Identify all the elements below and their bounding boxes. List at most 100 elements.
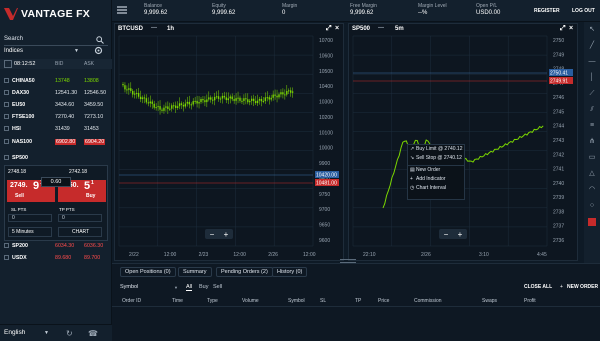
star-icon[interactable] bbox=[4, 114, 9, 119]
star-icon[interactable] bbox=[4, 126, 9, 131]
symbol-filter[interactable]: Symbol bbox=[120, 284, 138, 290]
category-select[interactable]: Indices bbox=[4, 48, 84, 56]
tab-history[interactable]: History (0) bbox=[272, 267, 308, 277]
zoom-controls[interactable]: − + bbox=[205, 229, 233, 239]
ask-column-header: ASK bbox=[84, 61, 95, 67]
col-profit[interactable]: Profit bbox=[524, 298, 536, 304]
col-commission[interactable]: Commission bbox=[414, 298, 442, 304]
trash-icon[interactable]: ○ bbox=[588, 202, 596, 210]
star-icon[interactable] bbox=[4, 255, 9, 260]
tp-input[interactable]: 0 bbox=[58, 214, 102, 222]
star-icon[interactable] bbox=[4, 90, 9, 95]
menu-icon[interactable] bbox=[116, 4, 128, 16]
arc-icon[interactable]: ◠ bbox=[588, 186, 596, 194]
menu-item-add-indicator[interactable]: + Add Indicator bbox=[408, 175, 464, 184]
watchlist-row[interactable]: CHINA50 13748 13808 bbox=[0, 75, 112, 86]
menu-item-buy-limit[interactable]: ↗ Buy Limit @ 2740.12 bbox=[408, 145, 464, 154]
search-input[interactable]: Search bbox=[4, 36, 100, 44]
x-tick-label: 2/22 bbox=[129, 252, 139, 258]
watchlist-row[interactable]: EU50 3434.60 3459.50 bbox=[0, 99, 112, 110]
bid-price: 6902.80 bbox=[55, 138, 77, 145]
filter-sell[interactable]: Sell bbox=[213, 284, 222, 290]
resize-handle[interactable] bbox=[340, 259, 356, 263]
col-swaps[interactable]: Swaps bbox=[482, 298, 497, 304]
chart-panel-sp500[interactable]: SP500 — 5m ⤢ × 2750274927482747274627452… bbox=[348, 23, 578, 261]
watchlist-row[interactable]: FTSE100 7270.40 7273.10 bbox=[0, 111, 112, 122]
expiry-select[interactable]: 5 Minutes bbox=[8, 227, 52, 237]
watchlist-row[interactable]: USDX 89.680 89.700 bbox=[0, 252, 112, 263]
col-price[interactable]: Price bbox=[378, 298, 389, 304]
col-volume[interactable]: Volume bbox=[242, 298, 259, 304]
fibonacci-icon[interactable]: ≡ bbox=[588, 122, 596, 130]
zoom-in-button[interactable]: + bbox=[224, 230, 229, 239]
filter-all[interactable]: All bbox=[186, 284, 193, 291]
star-icon[interactable] bbox=[4, 243, 9, 248]
lot-size-input[interactable]: 0.60 bbox=[41, 177, 71, 187]
color-swatch[interactable] bbox=[588, 218, 596, 226]
watchlist-row[interactable]: SP200 6034.30 6036.30 bbox=[0, 240, 112, 251]
watchlist-row-selected[interactable]: SP500 bbox=[0, 152, 112, 163]
horizontal-line-icon[interactable]: — bbox=[588, 58, 596, 66]
watchlist-row[interactable]: DAX30 12541.30 12546.50 bbox=[0, 87, 112, 98]
col-symbol[interactable]: Symbol bbox=[288, 298, 305, 304]
register-link[interactable]: REGISTER bbox=[534, 8, 560, 14]
zoom-out-button[interactable]: − bbox=[444, 230, 449, 239]
star-icon[interactable] bbox=[4, 102, 9, 107]
col-tp[interactable]: TP bbox=[355, 298, 361, 304]
col-type[interactable]: Type bbox=[207, 298, 218, 304]
ask-price: 89.700 bbox=[84, 254, 101, 261]
tab-open-positions[interactable]: Open Positions (0) bbox=[120, 267, 176, 277]
y-tick-label: 10500 bbox=[319, 69, 333, 75]
triangle-icon[interactable]: △ bbox=[588, 170, 596, 178]
zoom-controls[interactable]: − + bbox=[439, 229, 467, 239]
chevron-down-icon[interactable]: ▼ bbox=[74, 48, 79, 54]
plus-icon[interactable]: + bbox=[560, 284, 563, 290]
menu-item-new-order[interactable]: ▤ New Order bbox=[408, 166, 464, 175]
settings-gear-icon[interactable] bbox=[94, 46, 103, 57]
star-icon[interactable] bbox=[4, 139, 9, 144]
chart-panel-btcusd[interactable]: BTCUSD — 1h ⤢ × 10700 10600 10500 10400 1030… bbox=[114, 23, 344, 261]
tab-summary[interactable]: Summary bbox=[178, 267, 212, 277]
candle-body bbox=[251, 98, 253, 101]
margin-level-stat: Margin Level --% bbox=[418, 3, 447, 16]
zoom-out-button[interactable]: − bbox=[210, 230, 215, 239]
star-icon[interactable] bbox=[4, 155, 9, 160]
tab-pending-orders[interactable]: Pending Orders (2) bbox=[216, 267, 273, 277]
col-order-id[interactable]: Order ID bbox=[122, 298, 141, 304]
candle-body bbox=[151, 101, 153, 104]
menu-item-chart-interval[interactable]: ◷ Chart Interval bbox=[408, 184, 464, 193]
candle-body bbox=[128, 88, 130, 90]
phone-icon[interactable]: ☎ bbox=[88, 329, 98, 338]
vertical-line-icon[interactable]: │ bbox=[588, 74, 596, 82]
col-time[interactable]: Time bbox=[172, 298, 183, 304]
chevron-down-icon[interactable]: ▼ bbox=[44, 330, 49, 336]
rectangle-icon[interactable]: ▭ bbox=[588, 154, 596, 162]
chart-canvas[interactable]: 2750274927482747274627452744274327422741… bbox=[349, 24, 579, 262]
chart-button[interactable]: CHART bbox=[58, 227, 102, 237]
y-tick-label: 2749 bbox=[553, 52, 564, 58]
candle-body bbox=[212, 99, 214, 101]
watchlist-row[interactable]: NAS100 6902.80 6904.20 bbox=[0, 136, 112, 147]
chart-canvas[interactable]: 10700 10600 10500 10400 10300 10200 10100 10000… bbox=[115, 24, 345, 262]
close-all-button[interactable]: CLOSE ALL bbox=[524, 284, 552, 290]
col-sl[interactable]: SL bbox=[320, 298, 326, 304]
ray-icon[interactable]: ⟋ bbox=[588, 90, 596, 98]
zoom-in-button[interactable]: + bbox=[458, 230, 463, 239]
menu-item-sell-stop[interactable]: ↘ Sell Stop @ 2740.12 bbox=[408, 154, 464, 163]
candle-body bbox=[206, 99, 208, 103]
chevron-down-icon[interactable]: ▼ bbox=[174, 285, 178, 290]
language-select[interactable]: English bbox=[4, 329, 25, 336]
channel-icon[interactable]: ⫽ bbox=[588, 106, 596, 114]
star-icon[interactable] bbox=[4, 78, 9, 83]
line-tool-icon[interactable]: ╱ bbox=[588, 42, 596, 50]
search-underline bbox=[4, 45, 108, 46]
new-order-button[interactable]: NEW ORDER bbox=[567, 284, 598, 290]
filter-buy[interactable]: Buy bbox=[199, 284, 208, 290]
refresh-icon[interactable]: ↻ bbox=[66, 329, 73, 338]
pitchfork-icon[interactable]: ⋔ bbox=[588, 138, 596, 146]
watchlist-row[interactable]: HSI 31439 31453 bbox=[0, 123, 112, 134]
sl-input[interactable]: 0 bbox=[8, 214, 52, 222]
cursor-icon[interactable]: ↖ bbox=[588, 26, 596, 34]
x-tick-label: 2/23 bbox=[199, 252, 209, 258]
logout-link[interactable]: LOG OUT bbox=[572, 8, 595, 14]
